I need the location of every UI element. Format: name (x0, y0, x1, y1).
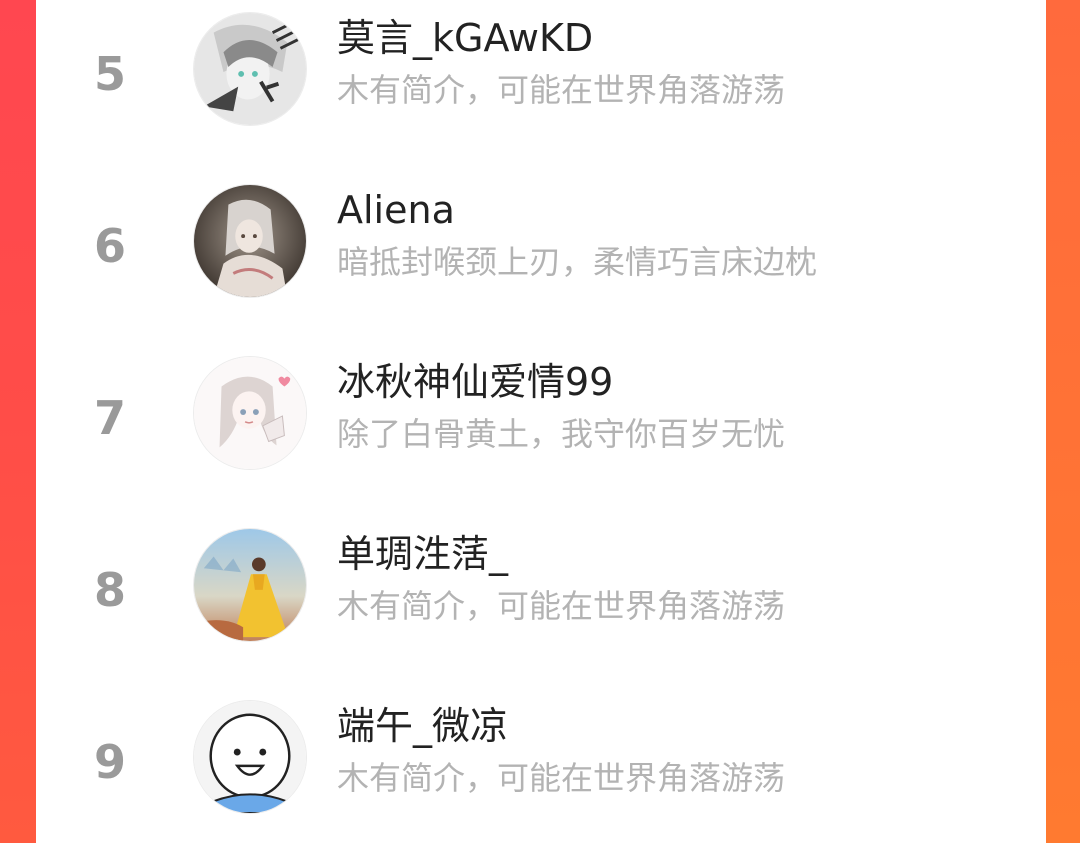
rank-number: 6 (94, 219, 127, 273)
anime-girl-dark-avatar-icon[interactable] (193, 184, 307, 298)
ranking-row-9[interactable]: 9 端午_微凉 木有简介，可能在世界角落游荡 (36, 688, 1046, 843)
ranking-row-6[interactable]: 6 Aliena 暗抵封喉颈上刃，柔情巧言床边枕 (36, 172, 1046, 344)
user-name[interactable]: 端午_微凉 (337, 702, 508, 750)
ranking-row-8[interactable]: 8 单琱泩萿_ 木有简介，可能在世界角落游荡 (36, 516, 1046, 688)
avatar-image (194, 185, 306, 297)
avatar-image (194, 357, 306, 469)
anime-girl-sketch-avatar-icon[interactable] (193, 356, 307, 470)
yellow-dress-avatar-icon[interactable] (193, 528, 307, 642)
user-bio: 木有简介，可能在世界角落游荡 (337, 71, 786, 109)
smiley-face-avatar-icon[interactable] (193, 700, 307, 814)
user-bio: 暗抵封喉颈上刃，柔情巧言床边枕 (337, 243, 818, 281)
user-bio: 木有简介，可能在世界角落游荡 (337, 759, 786, 797)
user-bio: 木有简介，可能在世界角落游荡 (337, 587, 786, 625)
ranking-row-5[interactable]: 5 莫言_kGAwKD 木有简介，可能在世界角落游荡 (36, 0, 1046, 172)
rank-number: 7 (94, 391, 127, 445)
user-name[interactable]: 单琱泩萿_ (337, 530, 508, 578)
left-red-border (0, 0, 36, 843)
rank-number: 5 (94, 47, 127, 101)
right-orange-border (1046, 0, 1080, 843)
user-name[interactable]: Aliena (337, 186, 455, 234)
ranking-row-7[interactable]: 7 冰秋神仙爱情99 除了白骨黄土，我守你百岁无忧 (36, 344, 1046, 516)
ranking-list-panel: 5 莫言_kGAwKD 木有简介，可能在世界角落游荡 6 Aliena 暗抵封喉… (36, 0, 1046, 843)
avatar-image (194, 701, 306, 813)
rank-number: 8 (94, 563, 127, 617)
rank-number: 9 (94, 735, 127, 789)
avatar-image (194, 13, 306, 125)
avatar-image (194, 529, 306, 641)
user-name[interactable]: 莫言_kGAwKD (337, 14, 593, 62)
user-bio: 除了白骨黄土，我守你百岁无忧 (337, 415, 786, 453)
anime-boy-avatar-icon[interactable] (193, 12, 307, 126)
user-name[interactable]: 冰秋神仙爱情99 (337, 358, 613, 406)
